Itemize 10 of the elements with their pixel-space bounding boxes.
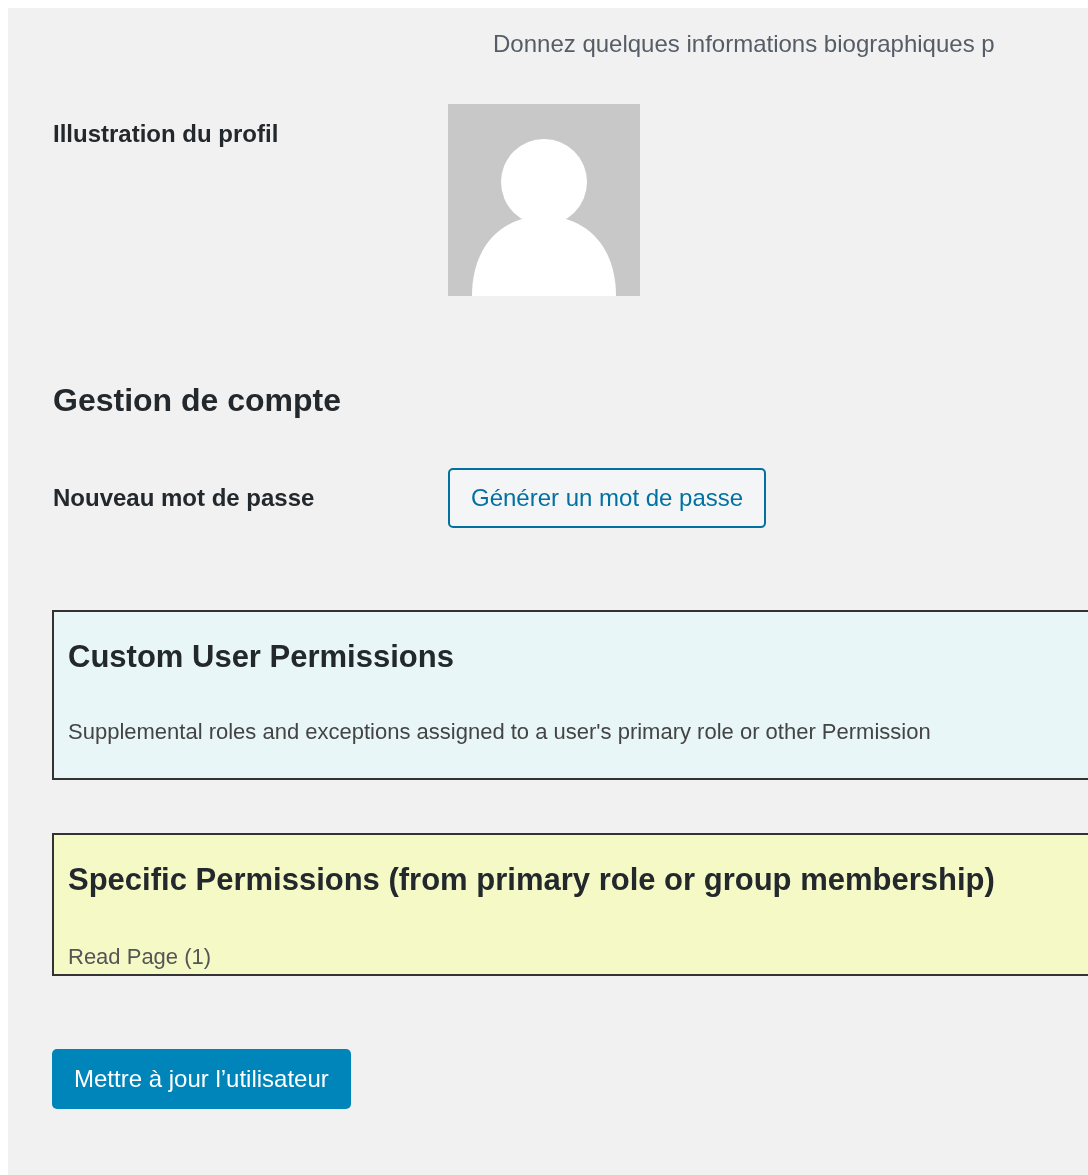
update-user-button[interactable]: Mettre à jour l’utilisateur <box>52 1049 351 1109</box>
panel-title: Specific Permissions (from primary role or group membership) <box>68 861 995 899</box>
panel-description: Supplemental roles and exceptions assigned to a user's primary role or other Permission <box>68 717 931 746</box>
panel-title: Custom User Permissions <box>68 638 454 676</box>
field-label: Nouveau mot de passe <box>53 484 315 511</box>
field-description: Donnez quelques informations biographiques p <box>493 30 995 57</box>
field-label: Illustration du profil <box>53 120 279 147</box>
section-heading: Gestion de compte <box>53 381 343 420</box>
generate-password-button[interactable]: Générer un mot de passe <box>448 468 767 528</box>
permission-item: Read Page (1) <box>68 942 212 971</box>
